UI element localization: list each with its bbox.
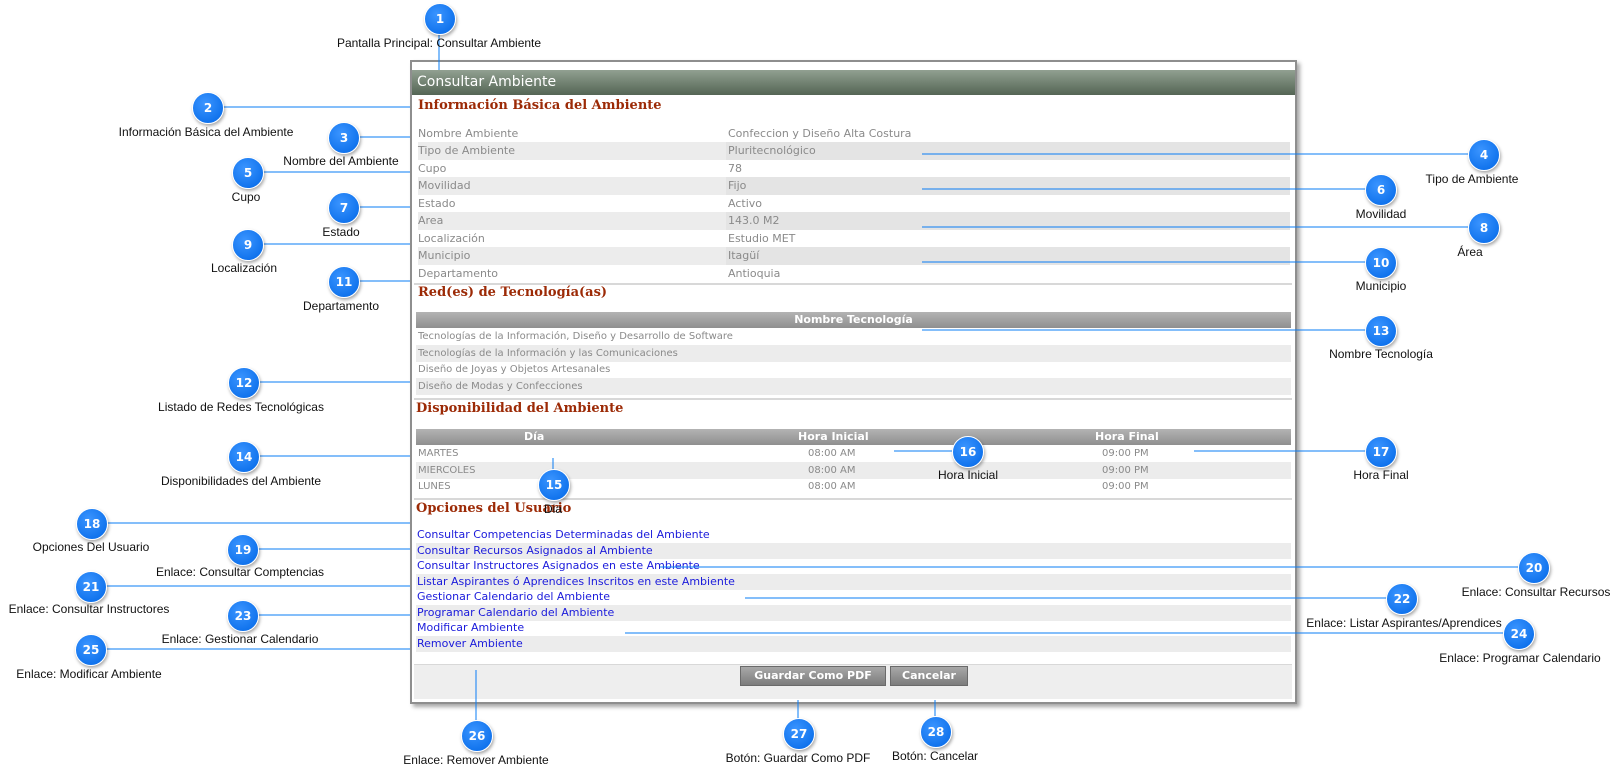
callout-marker: 8 — [1468, 212, 1500, 244]
callout-label: Estado — [322, 225, 360, 239]
callout-label: Enlace: Consultar Instructores — [8, 602, 170, 616]
callout-label: Dia — [543, 502, 563, 516]
callout-label: Enlace: Consultar Recursos — [1461, 585, 1611, 599]
callout-marker: 6 — [1365, 174, 1397, 206]
callout-label: Listado de Redes Tecnológicas — [158, 400, 324, 414]
callout-marker: 11 — [328, 266, 360, 298]
callout-marker: 7 — [328, 192, 360, 224]
callout-marker: 18 — [76, 508, 108, 540]
callout-label: Disponibilidades del Ambiente — [160, 474, 322, 488]
callout-label: Botón: Guardar Como PDF — [725, 751, 871, 765]
callout-marker: 10 — [1365, 247, 1397, 279]
callout-marker: 1 — [424, 3, 456, 35]
callout-marker: 23 — [227, 600, 259, 632]
callout-marker: 15 — [538, 469, 570, 501]
callout-marker: 20 — [1518, 552, 1550, 584]
callout-label: Hora Final — [1353, 468, 1409, 482]
callout-marker: 25 — [75, 634, 107, 666]
callout-label: Localización — [210, 261, 278, 275]
callout-marker: 12 — [228, 367, 260, 399]
callout-marker: 27 — [783, 718, 815, 750]
callout-label: Enlace: Modificar Ambiente — [16, 667, 162, 681]
callout-label: Opciones Del Usuario — [32, 540, 150, 554]
callout-label: Hora Inicial — [937, 468, 999, 482]
callout-marker: 26 — [461, 720, 493, 752]
callout-label: Enlace: Listar Aspirantes/Aprendices — [1306, 616, 1502, 630]
callout-label: Nombre del Ambiente — [283, 154, 399, 168]
callout-label: Botón: Cancelar — [891, 749, 979, 763]
callout-marker: 28 — [920, 716, 952, 748]
callout-label: Municipio — [1355, 279, 1407, 293]
callout-marker: 4 — [1468, 139, 1500, 171]
callout-label: Departamento — [302, 299, 380, 313]
callout-label: Enlace: Programar Calendario — [1439, 651, 1601, 665]
callout-marker: 21 — [75, 571, 107, 603]
callout-marker: 17 — [1365, 436, 1397, 468]
callout-marker: 24 — [1503, 618, 1535, 650]
callout-marker: 9 — [232, 229, 264, 261]
callout-label: Pantalla Principal: Consultar Ambiente — [336, 36, 542, 50]
callout-marker: 22 — [1386, 583, 1418, 615]
callout-marker: 13 — [1365, 315, 1397, 347]
callout-label: Información Básica del Ambiente — [118, 125, 294, 139]
callout-label: Nombre Tecnología — [1329, 347, 1433, 361]
callout-label: Cupo — [231, 190, 261, 204]
callout-marker: 19 — [227, 534, 259, 566]
callout-label: Enlace: Consultar Comptencias — [155, 565, 325, 579]
callout-label: Movilidad — [1355, 207, 1407, 221]
callout-marker: 14 — [228, 441, 260, 473]
callout-marker: 16 — [952, 436, 984, 468]
callout-marker: 5 — [232, 157, 264, 189]
callout-marker: 2 — [192, 92, 224, 124]
callout-marker: 3 — [328, 122, 360, 154]
callout-label: Tipo de Ambiente — [1425, 172, 1519, 186]
callout-label: Área — [1457, 245, 1483, 259]
callout-label: Enlace: Gestionar Calendario — [161, 632, 319, 646]
callout-label: Enlace: Remover Ambiente — [403, 753, 549, 767]
